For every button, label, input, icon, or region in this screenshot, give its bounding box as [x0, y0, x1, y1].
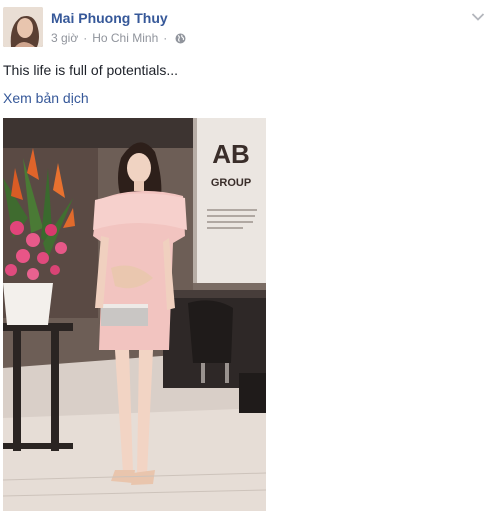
author-name[interactable]: Mai Phuong Thuy [51, 10, 168, 26]
post-time[interactable]: 3 giờ [51, 31, 78, 45]
globe-icon[interactable] [175, 33, 186, 44]
post-text: This life is full of potentials... [3, 62, 179, 78]
sign-logo: AB [212, 139, 250, 169]
avatar[interactable] [3, 7, 43, 47]
post-meta: 3 giờ · Ho Chi Minh · [51, 31, 186, 45]
feed-post: Mai Phuong Thuy 3 giờ · Ho Chi Minh · Th… [0, 0, 493, 518]
meta-separator: · [163, 31, 168, 45]
see-translation-link[interactable]: Xem bản dịch [3, 90, 89, 106]
post-location[interactable]: Ho Chi Minh [92, 31, 158, 45]
meta-separator: · [83, 31, 88, 45]
post-photo[interactable]: AB GROUP [3, 118, 266, 511]
chevron-down-icon[interactable] [471, 9, 485, 21]
sign-brand: GROUP [211, 177, 251, 189]
